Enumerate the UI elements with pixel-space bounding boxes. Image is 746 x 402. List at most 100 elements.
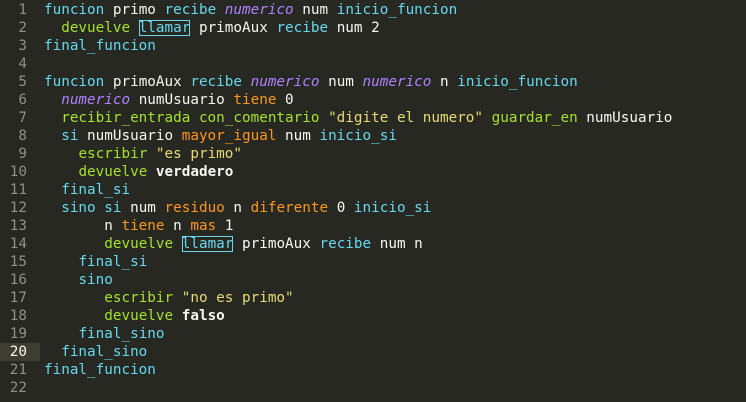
code-token-plain: n: [431, 74, 458, 90]
line-code[interactable]: final_sino: [44, 343, 147, 361]
line-code[interactable]: final_funcion: [44, 37, 156, 55]
code-line[interactable]: 21 final_funcion: [0, 361, 746, 379]
line-code[interactable]: final_si: [44, 253, 147, 271]
code-token-plain: n: [44, 218, 122, 234]
code-line[interactable]: 1 funcion primo recibe numerico num inici…: [0, 1, 746, 19]
code-token-kw: inicio_si: [353, 200, 432, 216]
code-token-kw: inicio_funcion: [336, 2, 458, 18]
code-token-kw: recibe: [190, 74, 242, 90]
code-token-op: mayor_igual: [181, 128, 277, 144]
code-line[interactable]: 10 devuelve verdadero: [0, 163, 746, 181]
code-token-bd: falso: [181, 308, 225, 324]
line-number: 3: [18, 38, 27, 54]
line-code[interactable]: devuelve verdadero: [44, 163, 233, 181]
code-line[interactable]: 17 escribir "no es primo": [0, 289, 746, 307]
code-line[interactable]: 22: [0, 379, 746, 397]
line-number: 2: [18, 20, 27, 36]
code-line[interactable]: 20 final_sino: [0, 343, 746, 361]
line-code[interactable]: sino: [44, 271, 112, 289]
code-line[interactable]: 13 n tiene n mas 1: [0, 217, 746, 235]
line-code[interactable]: numerico numUsuario tiene 0: [44, 91, 294, 109]
line-code[interactable]: si numUsuario mayor_igual num inicio_si: [44, 127, 397, 145]
code-line[interactable]: 16 sino: [0, 271, 746, 289]
code-line[interactable]: 3 final_funcion: [0, 37, 746, 55]
code-line[interactable]: 2 devuelve llamar primoAux recibe num 2: [0, 19, 746, 37]
line-number: 4: [18, 56, 27, 72]
line-number: 12: [9, 200, 27, 216]
code-line[interactable]: 11 final_si: [0, 181, 746, 199]
code-token-st: "digite el numero": [328, 110, 484, 126]
code-token-kw: recibe: [319, 236, 372, 252]
line-number: 8: [18, 128, 27, 144]
code-token-op: diferente: [250, 200, 329, 216]
code-line[interactable]: 6 numerico numUsuario tiene 0: [0, 91, 746, 109]
code-token-bx: llamar: [181, 236, 234, 252]
line-code[interactable]: escribir "no es primo": [44, 289, 294, 307]
code-token-ty: numerico: [362, 74, 432, 90]
line-code[interactable]: funcion primo recibe numerico num inicio…: [44, 1, 457, 19]
line-number: 13: [9, 218, 27, 234]
code-token-kw: funcion: [44, 74, 105, 90]
line-code[interactable]: recibir_entrada con_comentario "digite e…: [44, 109, 672, 127]
line-number: 21: [9, 362, 27, 378]
code-token-plain: primo: [104, 2, 165, 18]
code-token-plain: 1: [216, 218, 234, 234]
line-code[interactable]: funcion primoAux recibe numerico num num…: [44, 73, 578, 91]
code-token-kw: final_sino: [61, 344, 148, 360]
code-editor[interactable]: 1 funcion primo recibe numerico num inici…: [0, 0, 746, 402]
line-number: 9: [18, 146, 27, 162]
code-token-kw: recibe: [164, 2, 217, 18]
line-code[interactable]: devuelve falso: [44, 307, 225, 325]
line-code[interactable]: sino si num residuo n diferente 0 inicio…: [44, 199, 431, 217]
line-code[interactable]: devuelve llamar primoAux recibe num 2: [44, 19, 380, 37]
code-token-ty: numerico: [224, 2, 294, 18]
code-token-plain: num 2: [328, 20, 380, 36]
code-line[interactable]: 18 devuelve falso: [0, 307, 746, 325]
code-token-plain: num: [276, 128, 320, 144]
code-line[interactable]: 12 sino si num residuo n diferente 0 ini…: [0, 199, 746, 217]
line-code[interactable]: final_sino: [44, 325, 165, 343]
code-token-plain: n: [224, 200, 251, 216]
code-line[interactable]: 7 recibir_entrada con_comentario "digite…: [0, 109, 746, 127]
code-token-bx: llamar: [138, 20, 191, 36]
code-token-fn: devuelve: [104, 308, 174, 324]
code-token-kw: final_si: [78, 254, 148, 270]
line-code[interactable]: escribir "es primo": [44, 145, 242, 163]
code-token-kw: final_funcion: [44, 38, 156, 54]
code-token-st: "no es primo": [181, 290, 294, 306]
code-line[interactable]: 14 devuelve llamar primoAux recibe num n: [0, 235, 746, 253]
code-token-op: tiene: [121, 218, 165, 234]
code-token-plain: 0: [276, 92, 294, 108]
line-number: 10: [9, 164, 27, 180]
code-line[interactable]: 5 funcion primoAux recibe numerico num nu…: [0, 73, 746, 91]
code-token-plain: 0: [328, 200, 354, 216]
code-token-fn: devuelve: [78, 164, 148, 180]
line-code[interactable]: final_si: [44, 181, 130, 199]
code-line[interactable]: 8 si numUsuario mayor_igual num inicio_s…: [0, 127, 746, 145]
code-token-kw: si: [61, 128, 79, 144]
code-line[interactable]: 4: [0, 55, 746, 73]
code-token-kw: final_sino: [78, 326, 165, 342]
code-line[interactable]: 9 escribir "es primo": [0, 145, 746, 163]
code-token-st: "es primo": [155, 146, 242, 162]
line-code[interactable]: devuelve llamar primoAux recibe num n: [44, 235, 423, 253]
code-line[interactable]: 19 final_sino: [0, 325, 746, 343]
line-code[interactable]: final_funcion: [44, 361, 156, 379]
code-token-kw: final_si: [61, 182, 131, 198]
code-token-plain: numUsuario: [130, 92, 234, 108]
line-number: 18: [9, 308, 27, 324]
code-token-plain: primoAux: [190, 20, 277, 36]
code-line[interactable]: 15 final_si: [0, 253, 746, 271]
line-code[interactable]: n tiene n mas 1: [44, 217, 233, 235]
